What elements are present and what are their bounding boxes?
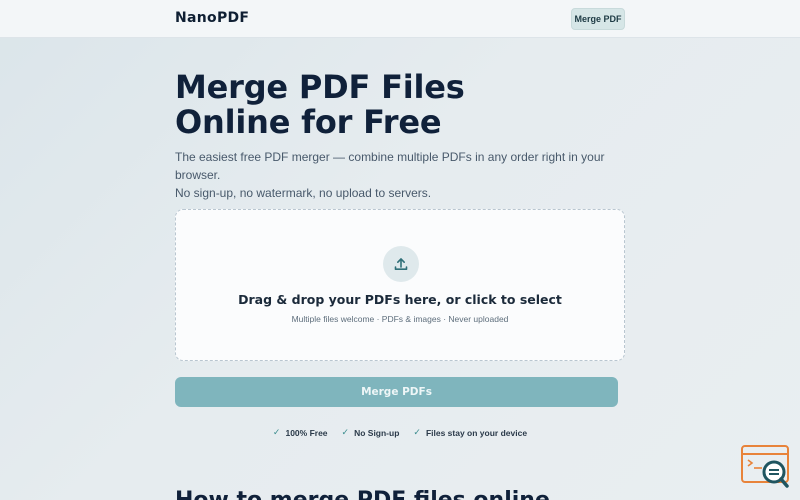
feature-item: ✓ Files stay on your device — [413, 427, 527, 438]
merge-pdfs-button[interactable]: Merge PDFs — [175, 377, 618, 407]
merge-pdf-nav-button[interactable]: Merge PDF — [571, 8, 625, 30]
page-title-line-1: Merge PDF Files — [175, 68, 465, 106]
feature-list: ✓ 100% Free ✓ No Sign-up ✓ Files stay on… — [175, 427, 625, 438]
subtitle-line-2: No sign-up, no watermark, no upload to s… — [175, 186, 432, 200]
feature-label: Files stay on your device — [425, 427, 528, 438]
page-title: Merge PDF Files Online for Free — [175, 70, 625, 140]
subtitle-line-1: The easiest free PDF merger — combine mu… — [175, 150, 605, 182]
feature-item: ✓ 100% Free — [273, 427, 328, 438]
check-icon: ✓ — [413, 427, 421, 437]
feedback-widget-icon[interactable] — [740, 444, 792, 490]
page-subtitle: The easiest free PDF merger — combine mu… — [175, 148, 635, 202]
page-title-line-2: Online for Free — [175, 103, 442, 141]
feature-label: No Sign-up — [354, 427, 400, 438]
check-icon: ✓ — [341, 427, 350, 437]
file-dropzone[interactable]: Drag & drop your PDFs here, or click to … — [175, 209, 625, 361]
feature-item: ✓ No Sign-up — [342, 427, 400, 438]
how-to-heading: How to merge PDF files online — [175, 488, 625, 500]
upload-icon — [383, 246, 419, 282]
feature-label: 100% Free — [285, 427, 328, 438]
dropzone-subtitle: Multiple files welcome · PDFs & images ·… — [291, 314, 509, 324]
check-icon: ✓ — [272, 427, 281, 437]
top-navbar: NanoPDF Merge PDF — [0, 0, 800, 38]
dropzone-title: Drag & drop your PDFs here, or click to … — [238, 292, 562, 307]
site-logo[interactable]: NanoPDF — [175, 10, 249, 26]
